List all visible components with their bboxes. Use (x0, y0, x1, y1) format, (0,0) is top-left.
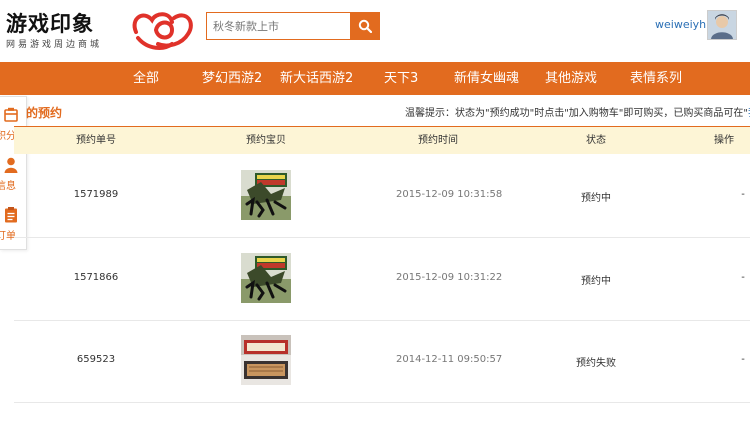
column-header-action: 操作 (714, 135, 734, 146)
site-logo[interactable]: 游戏印象 网易游戏周边商城 (6, 8, 196, 50)
nav-item-tianxia[interactable]: 天下3 (384, 62, 418, 95)
reservation-status: 预约失败 (576, 358, 616, 369)
search-input[interactable] (206, 12, 351, 40)
site-header: 游戏印象 网易游戏周边商城 weiweiyh (0, 0, 750, 62)
nav-item-qiannv[interactable]: 新倩女幽魂 (454, 62, 519, 95)
product-thumbnail[interactable] (241, 335, 291, 385)
search-box (206, 12, 380, 40)
search-icon (358, 19, 372, 33)
reservation-status: 预约中 (581, 193, 611, 204)
row-action: - (741, 272, 745, 283)
reservation-id: 659523 (76, 354, 116, 365)
product-thumbnail[interactable] (241, 253, 291, 303)
logo-mark-icon (132, 12, 193, 50)
avatar-image-icon (708, 11, 736, 39)
main-nav: 全部 梦幻西游2 新大话西游2 天下3 新倩女幽魂 其他游戏 表情系列 (0, 62, 750, 95)
nav-item-all[interactable]: 全部 (133, 62, 159, 95)
avatar[interactable] (707, 10, 737, 40)
column-header-item: 预约宝贝 (246, 135, 286, 146)
reservation-id: 1571866 (73, 272, 119, 283)
reservation-id: 1571989 (73, 189, 119, 200)
page-title: 的预约 (26, 106, 63, 120)
logo-title: 游戏印象 (6, 11, 94, 36)
product-nanhai-image-icon (241, 335, 291, 385)
table-row: 659523 2014-12-11 09:50:57 预约失败 - (14, 320, 750, 403)
column-header-id: 预约单号 (76, 135, 116, 146)
column-header-status: 状态 (586, 135, 606, 146)
product-duxiao-image-icon (241, 170, 291, 220)
nav-item-other[interactable]: 其他游戏 (545, 62, 597, 95)
nav-item-dahua[interactable]: 新大话西游2 (280, 62, 353, 95)
username-link[interactable]: weiweiyh (655, 18, 706, 31)
reservation-time: 2015-12-09 10:31:58 (396, 189, 503, 200)
tip-text: 温馨提示：状态为"预约成功"时点击"加入购物车"即可购买，已购买商品可在"我 (405, 104, 750, 119)
table-header: 预约单号 预约宝贝 预约时间 状态 操作 (14, 127, 750, 154)
reservation-time: 2014-12-11 09:50:57 (396, 354, 503, 365)
points-icon (4, 107, 18, 122)
product-thumbnail[interactable] (241, 170, 291, 220)
row-action: - (741, 354, 745, 365)
reservation-time: 2015-12-09 10:31:22 (396, 272, 503, 283)
product-duxiao-image-icon (241, 253, 291, 303)
search-button[interactable] (350, 12, 380, 40)
logo-subtitle: 网易游戏周边商城 (6, 40, 103, 50)
tip-prefix: 温馨提示：状态为"预约成功"时点击"加入购物车"即可购买，已购买商品可在" (405, 108, 748, 119)
table-row: 1571989 2015-12-09 10:31:58 预约中 - (14, 155, 750, 238)
nav-item-menghuan[interactable]: 梦幻西游2 (202, 62, 262, 95)
column-header-time: 预约时间 (418, 135, 458, 146)
table-row: 1571866 2015-12-09 10:31:22 预约中 - (14, 238, 750, 321)
row-action: - (741, 189, 745, 200)
reservation-status: 预约中 (581, 276, 611, 287)
nav-item-emoji[interactable]: 表情系列 (630, 62, 682, 95)
